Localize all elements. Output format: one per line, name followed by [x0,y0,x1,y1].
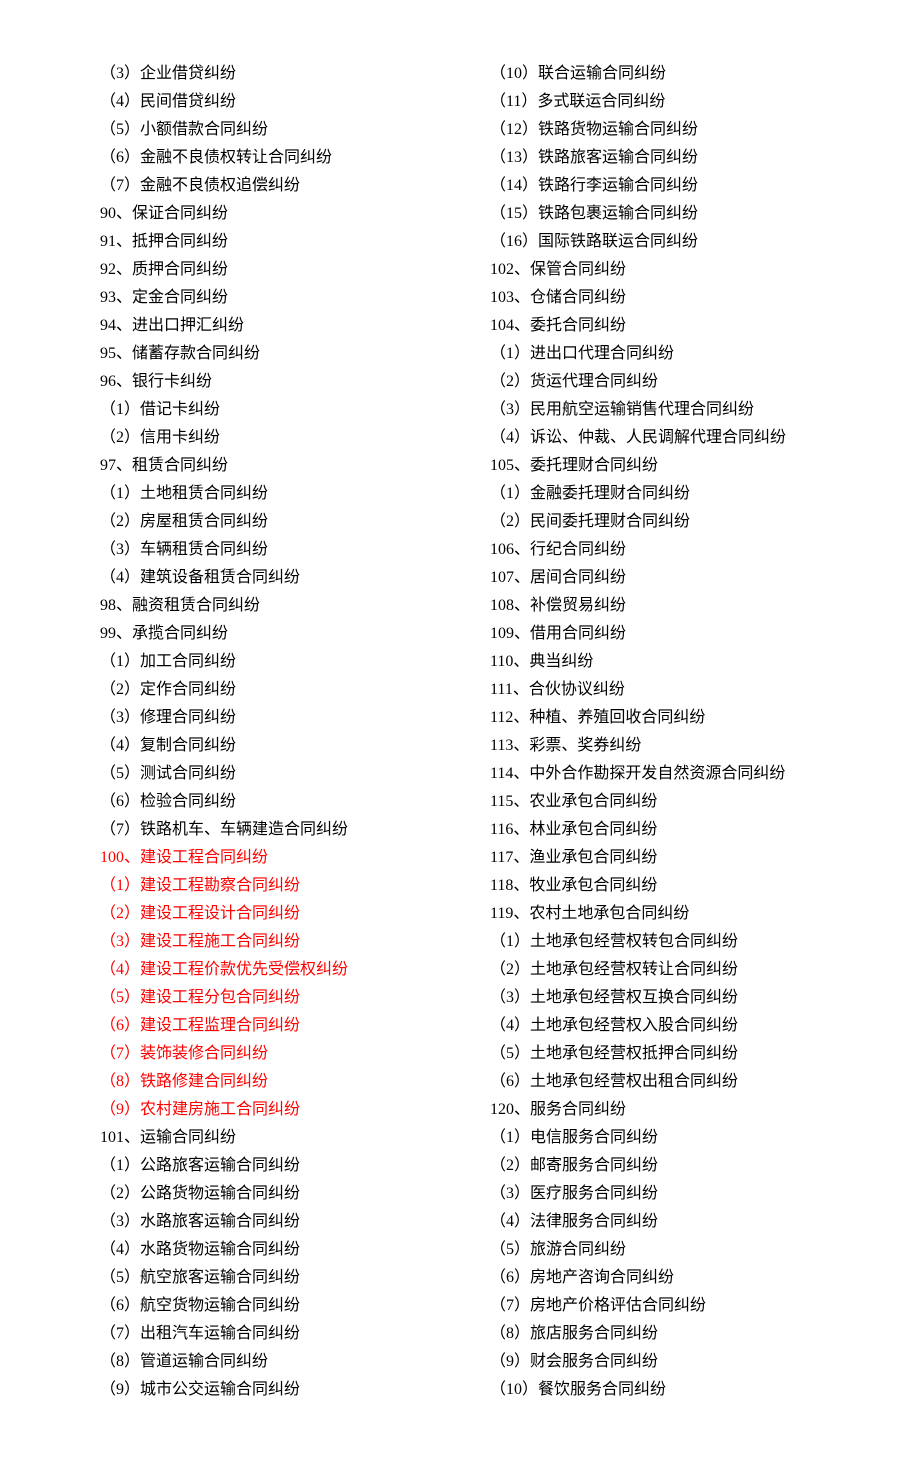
list-item: （3）民用航空运输销售代理合同纠纷 [490,396,820,424]
list-item: （7）房地产价格评估合同纠纷 [490,1292,820,1320]
list-item: （10）餐饮服务合同纠纷 [490,1376,820,1404]
list-item: （2）货运代理合同纠纷 [490,368,820,396]
list-item: （10）联合运输合同纠纷 [490,60,820,88]
list-item: （6）房地产咨询合同纠纷 [490,1264,820,1292]
list-item: （16）国际铁路联运合同纠纷 [490,228,820,256]
list-item: （2）民间委托理财合同纠纷 [490,508,820,536]
list-item: （1）公路旅客运输合同纠纷 [100,1152,430,1180]
list-item: 111、合伙协议纠纷 [490,676,820,704]
list-item: （5）航空旅客运输合同纠纷 [100,1264,430,1292]
right-column: （10）联合运输合同纠纷（11）多式联运合同纠纷（12）铁路货物运输合同纠纷（1… [490,60,820,1404]
list-item: 103、仓储合同纠纷 [490,284,820,312]
list-item: 91、抵押合同纠纷 [100,228,430,256]
list-item: 113、彩票、奖券纠纷 [490,732,820,760]
list-item: （9）城市公交运输合同纠纷 [100,1376,430,1404]
list-item: 93、定金合同纠纷 [100,284,430,312]
list-item: （4）法律服务合同纠纷 [490,1208,820,1236]
list-item: 100、建设工程合同纠纷 [100,844,430,872]
list-item: （8）铁路修建合同纠纷 [100,1068,430,1096]
list-item: （13）铁路旅客运输合同纠纷 [490,144,820,172]
list-item: 96、银行卡纠纷 [100,368,430,396]
list-item: （11）多式联运合同纠纷 [490,88,820,116]
list-item: 117、渔业承包合同纠纷 [490,844,820,872]
list-item: （14）铁路行李运输合同纠纷 [490,172,820,200]
list-item: 116、林业承包合同纠纷 [490,816,820,844]
list-item: 120、服务合同纠纷 [490,1096,820,1124]
list-item: 98、融资租赁合同纠纷 [100,592,430,620]
list-item: 106、行纪合同纠纷 [490,536,820,564]
list-item: 107、居间合同纠纷 [490,564,820,592]
list-item: （3）修理合同纠纷 [100,704,430,732]
list-item: 115、农业承包合同纠纷 [490,788,820,816]
list-item: （8）旅店服务合同纠纷 [490,1320,820,1348]
list-item: （4）复制合同纠纷 [100,732,430,760]
list-item: （5）旅游合同纠纷 [490,1236,820,1264]
list-item: 101、运输合同纠纷 [100,1124,430,1152]
list-item: （3）企业借贷纠纷 [100,60,430,88]
list-item: （7）金融不良债权追偿纠纷 [100,172,430,200]
list-item: （3）车辆租赁合同纠纷 [100,536,430,564]
list-item: （1）金融委托理财合同纠纷 [490,480,820,508]
list-item: （9）农村建房施工合同纠纷 [100,1096,430,1124]
list-item: （2）土地承包经营权转让合同纠纷 [490,956,820,984]
list-item: （3）医疗服务合同纠纷 [490,1180,820,1208]
list-item: （1）土地承包经营权转包合同纠纷 [490,928,820,956]
document-columns: （3）企业借贷纠纷（4）民间借贷纠纷（5）小额借款合同纠纷（6）金融不良债权转让… [100,60,820,1404]
list-item: （6）检验合同纠纷 [100,788,430,816]
list-item: 99、承揽合同纠纷 [100,620,430,648]
list-item: （4）民间借贷纠纷 [100,88,430,116]
list-item: 105、委托理财合同纠纷 [490,452,820,480]
list-item: （1）借记卡纠纷 [100,396,430,424]
list-item: 95、储蓄存款合同纠纷 [100,340,430,368]
list-item: 102、保管合同纠纷 [490,256,820,284]
list-item: （4）建筑设备租赁合同纠纷 [100,564,430,592]
list-item: （3）土地承包经营权互换合同纠纷 [490,984,820,1012]
list-item: （4）土地承包经营权入股合同纠纷 [490,1012,820,1040]
list-item: （15）铁路包裹运输合同纠纷 [490,200,820,228]
list-item: 104、委托合同纠纷 [490,312,820,340]
list-item: （2）信用卡纠纷 [100,424,430,452]
list-item: （6）土地承包经营权出租合同纠纷 [490,1068,820,1096]
list-item: （5）土地承包经营权抵押合同纠纷 [490,1040,820,1068]
list-item: （6）金融不良债权转让合同纠纷 [100,144,430,172]
list-item: （9）财会服务合同纠纷 [490,1348,820,1376]
list-item: 114、中外合作勘探开发自然资源合同纠纷 [490,760,820,788]
list-item: （1）土地租赁合同纠纷 [100,480,430,508]
list-item: （5）建设工程分包合同纠纷 [100,984,430,1012]
list-item: （1）加工合同纠纷 [100,648,430,676]
list-item: （4）水路货物运输合同纠纷 [100,1236,430,1264]
list-item: （2）建设工程设计合同纠纷 [100,900,430,928]
list-item: （7）铁路机车、车辆建造合同纠纷 [100,816,430,844]
list-item: 118、牧业承包合同纠纷 [490,872,820,900]
list-item: （4）建设工程价款优先受偿权纠纷 [100,956,430,984]
list-item: （2）公路货物运输合同纠纷 [100,1180,430,1208]
list-item: 110、典当纠纷 [490,648,820,676]
list-item: 94、进出口押汇纠纷 [100,312,430,340]
list-item: 97、租赁合同纠纷 [100,452,430,480]
list-item: 90、保证合同纠纷 [100,200,430,228]
list-item: 112、种植、养殖回收合同纠纷 [490,704,820,732]
list-item: （7）装饰装修合同纠纷 [100,1040,430,1068]
list-item: （5）小额借款合同纠纷 [100,116,430,144]
list-item: （1）建设工程勘察合同纠纷 [100,872,430,900]
list-item: （7）出租汽车运输合同纠纷 [100,1320,430,1348]
list-item: 92、质押合同纠纷 [100,256,430,284]
list-item: 109、借用合同纠纷 [490,620,820,648]
list-item: （2）定作合同纠纷 [100,676,430,704]
list-item: （5）测试合同纠纷 [100,760,430,788]
left-column: （3）企业借贷纠纷（4）民间借贷纠纷（5）小额借款合同纠纷（6）金融不良债权转让… [100,60,430,1404]
list-item: （12）铁路货物运输合同纠纷 [490,116,820,144]
list-item: （8）管道运输合同纠纷 [100,1348,430,1376]
list-item: （3）水路旅客运输合同纠纷 [100,1208,430,1236]
list-item: （1）进出口代理合同纠纷 [490,340,820,368]
list-item: （1）电信服务合同纠纷 [490,1124,820,1152]
list-item: 119、农村土地承包合同纠纷 [490,900,820,928]
list-item: （4）诉讼、仲裁、人民调解代理合同纠纷 [490,424,820,452]
list-item: （6）航空货物运输合同纠纷 [100,1292,430,1320]
list-item: （2）房屋租赁合同纠纷 [100,508,430,536]
list-item: （2）邮寄服务合同纠纷 [490,1152,820,1180]
list-item: （6）建设工程监理合同纠纷 [100,1012,430,1040]
list-item: （3）建设工程施工合同纠纷 [100,928,430,956]
list-item: 108、补偿贸易纠纷 [490,592,820,620]
